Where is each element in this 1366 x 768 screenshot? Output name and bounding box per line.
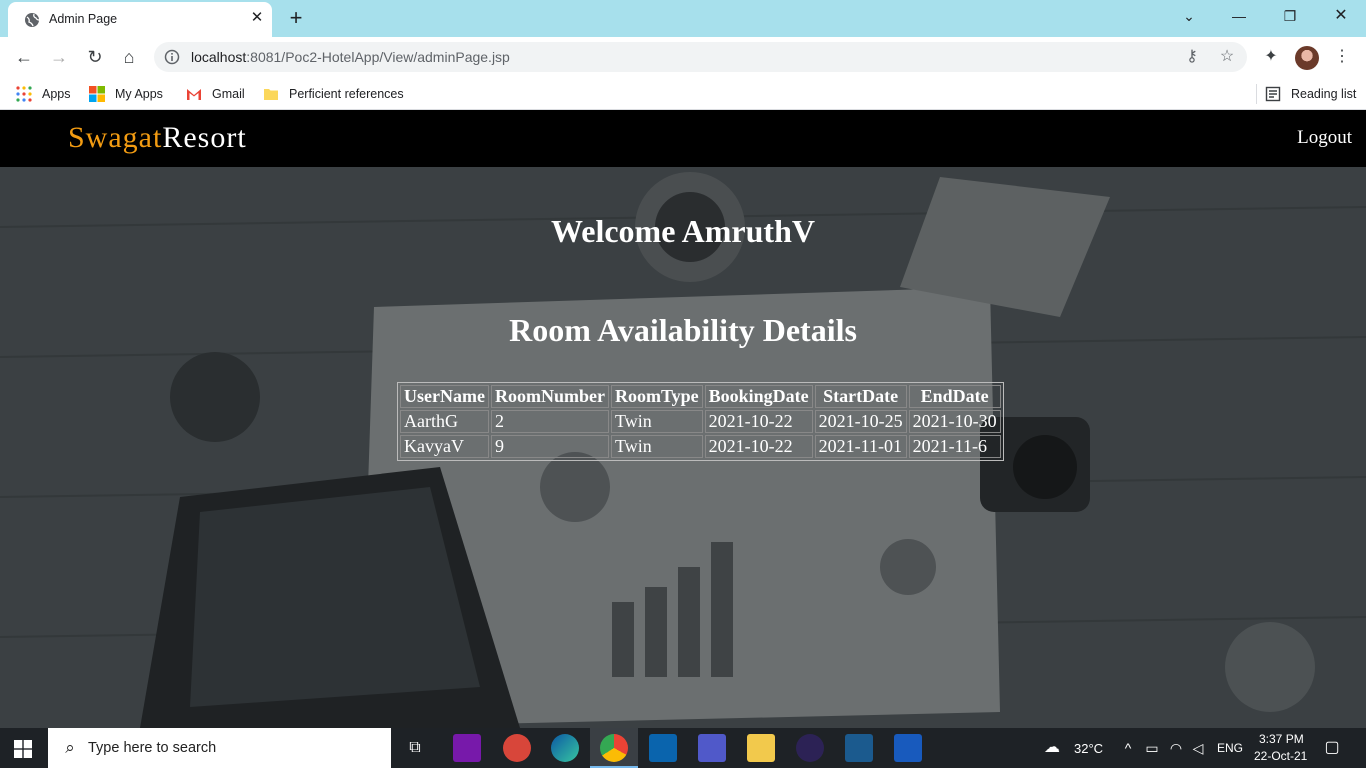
- back-icon[interactable]: ←: [12, 45, 36, 69]
- brand-part-resort: Resort: [162, 121, 247, 154]
- browser-tabstrip: Admin Page ✕ + ⌄ — ❐ ✕: [0, 0, 1366, 37]
- table-header-row: UserName RoomNumber RoomType BookingDate…: [400, 385, 1001, 408]
- tab-close-icon[interactable]: ✕: [248, 9, 266, 27]
- table-cell: 9: [490, 435, 609, 458]
- url-text[interactable]: localhost:8081/Poc2-HotelApp/View/adminP…: [191, 49, 510, 65]
- menu-kebab-icon[interactable]: ⋮: [1331, 46, 1353, 68]
- mysql-workbench-icon[interactable]: [845, 734, 873, 762]
- bookmark-perficient-references[interactable]: Perficient references: [263, 84, 404, 104]
- battery-icon[interactable]: ▭: [1143, 739, 1161, 757]
- bookmark-my-apps[interactable]: My Apps: [89, 84, 163, 104]
- room-availability-heading: Room Availability Details: [509, 312, 857, 348]
- paint-icon[interactable]: [503, 734, 531, 762]
- language-indicator[interactable]: ENG: [1217, 741, 1243, 755]
- taskbar-search-placeholder: Type here to search: [88, 740, 217, 756]
- eclipse-icon[interactable]: [796, 734, 824, 762]
- home-icon[interactable]: ⌂: [117, 45, 141, 69]
- table-cell: 2021-10-25: [814, 410, 907, 433]
- apps-grid-icon: [16, 86, 32, 102]
- folder-icon: [264, 89, 278, 100]
- gmail-icon: [187, 89, 201, 100]
- outlook-icon[interactable]: [649, 734, 677, 762]
- table-row: AarthG 2 Twin 2021-10-22 2021-10-25 2021…: [400, 410, 1001, 433]
- extensions-puzzle-icon[interactable]: ✦: [1260, 46, 1282, 68]
- welcome-heading: Welcome AmruthV: [551, 213, 815, 249]
- brand-logo[interactable]: SwagatResort: [68, 121, 247, 155]
- new-tab-button[interactable]: +: [284, 6, 308, 30]
- bookmark-label: Apps: [42, 87, 71, 101]
- logout-link[interactable]: Logout: [1297, 127, 1352, 149]
- browser-toolbar: ← → ↻ ⌂ localhost:8081/Poc2-HotelApp/Vie…: [0, 37, 1366, 77]
- table-cell: 2021-10-22: [704, 410, 813, 433]
- tab-title: Admin Page: [49, 12, 118, 26]
- brand-part-swagat: Swagat: [68, 121, 163, 154]
- minimize-icon[interactable]: —: [1224, 4, 1254, 28]
- star-icon[interactable]: ☆: [1217, 47, 1237, 67]
- bookmark-gmail[interactable]: Gmail: [186, 84, 245, 104]
- table-cell: AarthG: [400, 410, 489, 433]
- reading-list-label: Reading list: [1291, 87, 1357, 101]
- restore-icon[interactable]: ❐: [1275, 4, 1305, 28]
- info-icon[interactable]: [164, 49, 180, 65]
- site-navbar: SwagatResort Logout: [0, 113, 1366, 167]
- table-row: KavyaV 9 Twin 2021-10-22 2021-11-01 2021…: [400, 435, 1001, 458]
- volume-icon[interactable]: ◁: [1189, 739, 1207, 757]
- windows-start-icon[interactable]: [14, 740, 32, 758]
- address-bar[interactable]: localhost:8081/Poc2-HotelApp/View/adminP…: [154, 42, 1247, 72]
- url-path: :8081/Poc2-HotelApp/View/adminPage.jsp: [246, 49, 510, 65]
- bookmark-apps[interactable]: Apps: [16, 84, 71, 104]
- bookmark-label: Gmail: [212, 87, 245, 101]
- chrome-icon[interactable]: [600, 734, 628, 762]
- windows-taskbar: ⌕ Type here to search ⧉ ☁ 32°C ^ ▭ ◠ ◁ E…: [0, 728, 1366, 768]
- reload-icon[interactable]: ↻: [83, 45, 107, 69]
- file-explorer-icon[interactable]: [747, 734, 775, 762]
- tab-admin-page[interactable]: Admin Page ✕: [8, 2, 272, 37]
- tab-search-chevron-icon[interactable]: ⌄: [1174, 4, 1204, 28]
- show-hidden-icons-chevron[interactable]: ^: [1119, 739, 1137, 757]
- forward-icon[interactable]: →: [47, 45, 71, 69]
- microsoft-logo-icon: [89, 86, 105, 102]
- column-header: BookingDate: [704, 385, 813, 408]
- onenote-icon[interactable]: [453, 734, 481, 762]
- clock-date[interactable]: 22-Oct-21: [1254, 749, 1307, 763]
- room-availability-table: UserName RoomNumber RoomType BookingDate…: [397, 382, 1004, 461]
- column-header: UserName: [400, 385, 489, 408]
- column-header: EndDate: [908, 385, 1001, 408]
- web-page: SwagatResort Logout Welcome AmruthV Room…: [0, 113, 1366, 728]
- search-icon: ⌕: [65, 738, 75, 757]
- wifi-icon[interactable]: ◠: [1167, 739, 1185, 757]
- bookmark-label: Perficient references: [289, 87, 404, 101]
- notifications-icon[interactable]: ▢: [1323, 739, 1341, 757]
- close-window-icon[interactable]: ✕: [1326, 4, 1356, 28]
- weather-temperature[interactable]: 32°C: [1074, 741, 1103, 756]
- reading-list-button[interactable]: Reading list: [1256, 84, 1356, 104]
- column-header: RoomType: [610, 385, 703, 408]
- table-cell: Twin: [610, 435, 703, 458]
- word-icon[interactable]: [894, 734, 922, 762]
- globe-icon: [25, 13, 40, 27]
- table-cell: KavyaV: [400, 435, 489, 458]
- table-cell: 2021-10-30: [908, 410, 1001, 433]
- table-cell: 2021-10-22: [704, 435, 813, 458]
- url-host: localhost: [191, 49, 247, 65]
- taskbar-search-box[interactable]: ⌕ Type here to search: [48, 728, 391, 768]
- edge-icon[interactable]: [551, 734, 579, 762]
- column-header: StartDate: [814, 385, 907, 408]
- column-header: RoomNumber: [490, 385, 609, 408]
- table-cell: Twin: [610, 410, 703, 433]
- bookmarks-bar: Apps My Apps Gmail Perficient references…: [0, 77, 1366, 110]
- bookmark-label: My Apps: [115, 87, 163, 101]
- reading-list-icon: [1265, 86, 1281, 102]
- profile-avatar[interactable]: [1295, 46, 1319, 70]
- weather-cloud-icon[interactable]: ☁: [1043, 739, 1061, 757]
- clock-time[interactable]: 3:37 PM: [1259, 732, 1304, 746]
- key-icon[interactable]: ⚷: [1182, 47, 1202, 67]
- task-view-icon[interactable]: ⧉: [406, 739, 424, 757]
- table-cell: 2021-11-6: [908, 435, 1001, 458]
- table-cell: 2021-11-01: [814, 435, 907, 458]
- teams-icon[interactable]: [698, 734, 726, 762]
- table-cell: 2: [490, 410, 609, 433]
